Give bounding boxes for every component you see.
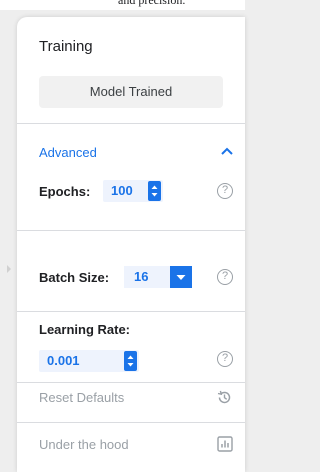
divider xyxy=(17,382,245,383)
advanced-label: Advanced xyxy=(39,145,97,160)
learning-rate-input[interactable]: 0.001 xyxy=(39,350,139,372)
under-the-hood-button[interactable]: Under the hood xyxy=(39,437,129,452)
learning-rate-label: Learning Rate: xyxy=(39,322,131,337)
history-icon[interactable] xyxy=(216,389,233,406)
batch-size-value: 16 xyxy=(134,269,149,284)
divider xyxy=(17,230,245,231)
batch-size-help-icon[interactable]: ? xyxy=(217,269,233,285)
divider xyxy=(17,422,245,423)
top-caption-text: and precision. xyxy=(118,0,186,7)
chevron-up-icon xyxy=(221,147,233,155)
panel-edge-arrow-icon xyxy=(7,265,11,273)
panel-title: Training xyxy=(39,38,93,55)
epochs-value: 100 xyxy=(111,183,133,198)
epochs-stepper[interactable] xyxy=(148,181,161,201)
divider xyxy=(17,123,245,124)
batch-size-label: Batch Size: xyxy=(39,270,110,285)
bar-chart-icon[interactable] xyxy=(217,436,233,452)
divider xyxy=(17,311,245,312)
top-caption-strip: and precision. xyxy=(0,0,245,10)
learning-rate-value: 0.001 xyxy=(47,353,80,368)
epochs-help-icon[interactable]: ? xyxy=(217,183,233,199)
epochs-input[interactable]: 100 xyxy=(103,180,163,202)
epochs-label: Epochs: xyxy=(39,184,91,199)
training-panel: Training Model Trained Advanced Epochs: … xyxy=(17,17,245,472)
stepper-arrows-icon xyxy=(151,185,158,197)
learning-rate-stepper[interactable] xyxy=(124,351,137,371)
reset-defaults-button[interactable]: Reset Defaults xyxy=(39,390,124,405)
chevron-down-icon xyxy=(176,275,186,280)
advanced-toggle[interactable]: Advanced xyxy=(39,141,235,163)
learning-rate-help-icon[interactable]: ? xyxy=(217,351,233,367)
batch-size-dropdown-button[interactable] xyxy=(170,266,192,288)
model-trained-button[interactable]: Model Trained xyxy=(39,76,223,108)
stepper-arrows-icon xyxy=(127,355,134,367)
batch-size-select[interactable]: 16 xyxy=(124,266,192,288)
